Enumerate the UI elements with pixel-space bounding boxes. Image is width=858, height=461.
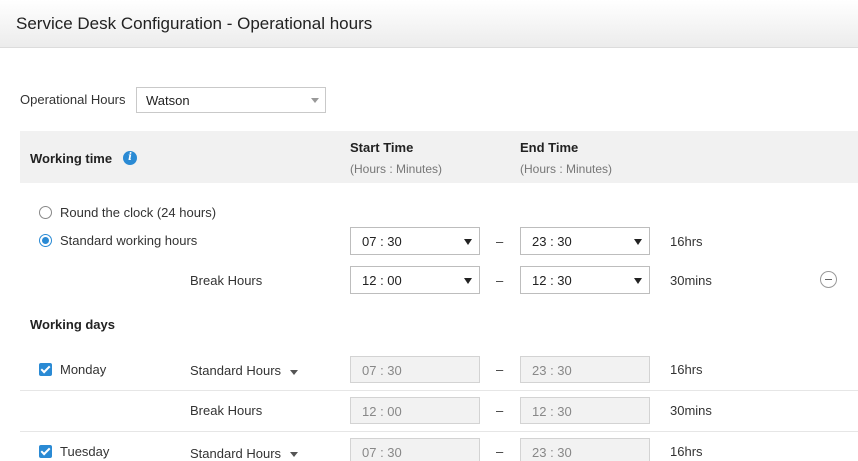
start-time-sub: (Hours : Minutes) [350, 162, 443, 176]
tuesday-hours-type-dropdown[interactable]: Standard Hours [190, 446, 281, 461]
operational-hours-select[interactable]: Watson [136, 87, 326, 113]
start-time-label: Start Time [350, 140, 414, 155]
page-header: Service Desk Configuration - Operational… [0, 0, 858, 48]
tuesday-end-field: 23 : 30 [520, 438, 650, 461]
info-icon[interactable]: i [123, 151, 137, 165]
round-the-clock-label: Round the clock (24 hours) [60, 205, 217, 220]
standard-duration: 16hrs [670, 234, 703, 249]
tuesday-label: Tuesday [60, 444, 110, 459]
break-duration: 30mins [670, 273, 712, 288]
monday-break-end-value: 12 : 30 [532, 404, 572, 419]
page-title: Service Desk Configuration - Operational… [16, 14, 373, 33]
standard-start-value: 07 : 30 [362, 234, 402, 249]
range-dash: – [496, 234, 504, 249]
operational-hours-label: Operational Hours [20, 92, 126, 107]
working-days-heading: Working days [30, 317, 116, 332]
remove-break-icon[interactable] [820, 271, 837, 288]
round-the-clock-radio[interactable] [39, 206, 52, 219]
break-end-value: 12 : 30 [532, 273, 572, 288]
standard-hours-label: Standard working hours [60, 233, 198, 248]
monday-label: Monday [60, 362, 107, 377]
caret-down-icon [464, 278, 472, 284]
caret-down-icon [634, 239, 642, 245]
monday-start-value: 07 : 30 [362, 363, 402, 378]
break-start-value: 12 : 00 [362, 273, 402, 288]
monday-start-field: 07 : 30 [350, 356, 480, 383]
standard-end-select[interactable]: 23 : 30 [520, 227, 650, 255]
range-dash: – [496, 273, 504, 288]
caret-down-icon [464, 239, 472, 245]
break-start-select[interactable]: 12 : 00 [350, 266, 480, 294]
monday-end-field: 23 : 30 [520, 356, 650, 383]
tuesday-checkbox[interactable] [39, 445, 52, 458]
tuesday-end-value: 23 : 30 [532, 445, 572, 460]
monday-break-start-value: 12 : 00 [362, 404, 402, 419]
monday-end-value: 23 : 30 [532, 363, 572, 378]
standard-hours-radio[interactable] [39, 234, 52, 247]
monday-break-end-field: 12 : 30 [520, 397, 650, 424]
chevron-down-icon [311, 98, 319, 103]
range-dash: – [496, 362, 504, 377]
range-dash: – [496, 403, 504, 418]
row-divider [20, 431, 858, 432]
range-dash: – [496, 444, 504, 459]
tuesday-start-value: 07 : 30 [362, 445, 402, 460]
monday-break-start-field: 12 : 00 [350, 397, 480, 424]
monday-hours-type-dropdown[interactable]: Standard Hours [190, 363, 281, 378]
tuesday-start-field: 07 : 30 [350, 438, 480, 461]
monday-checkbox[interactable] [39, 363, 52, 376]
break-end-select[interactable]: 12 : 30 [520, 266, 650, 294]
standard-start-select[interactable]: 07 : 30 [350, 227, 480, 255]
standard-end-value: 23 : 30 [532, 234, 572, 249]
end-time-sub: (Hours : Minutes) [520, 162, 613, 176]
chevron-down-icon [290, 452, 298, 457]
monday-break-duration: 30mins [670, 403, 712, 418]
tuesday-duration: 16hrs [670, 444, 703, 459]
row-divider [20, 390, 858, 391]
caret-down-icon [634, 278, 642, 284]
chevron-down-icon [290, 370, 298, 375]
operational-hours-value: Watson [146, 93, 190, 108]
monday-break-label: Break Hours [190, 403, 263, 418]
working-time-heading: Working time [30, 151, 113, 166]
end-time-label: End Time [520, 140, 579, 155]
break-hours-label: Break Hours [190, 273, 263, 288]
monday-duration: 16hrs [670, 362, 703, 377]
